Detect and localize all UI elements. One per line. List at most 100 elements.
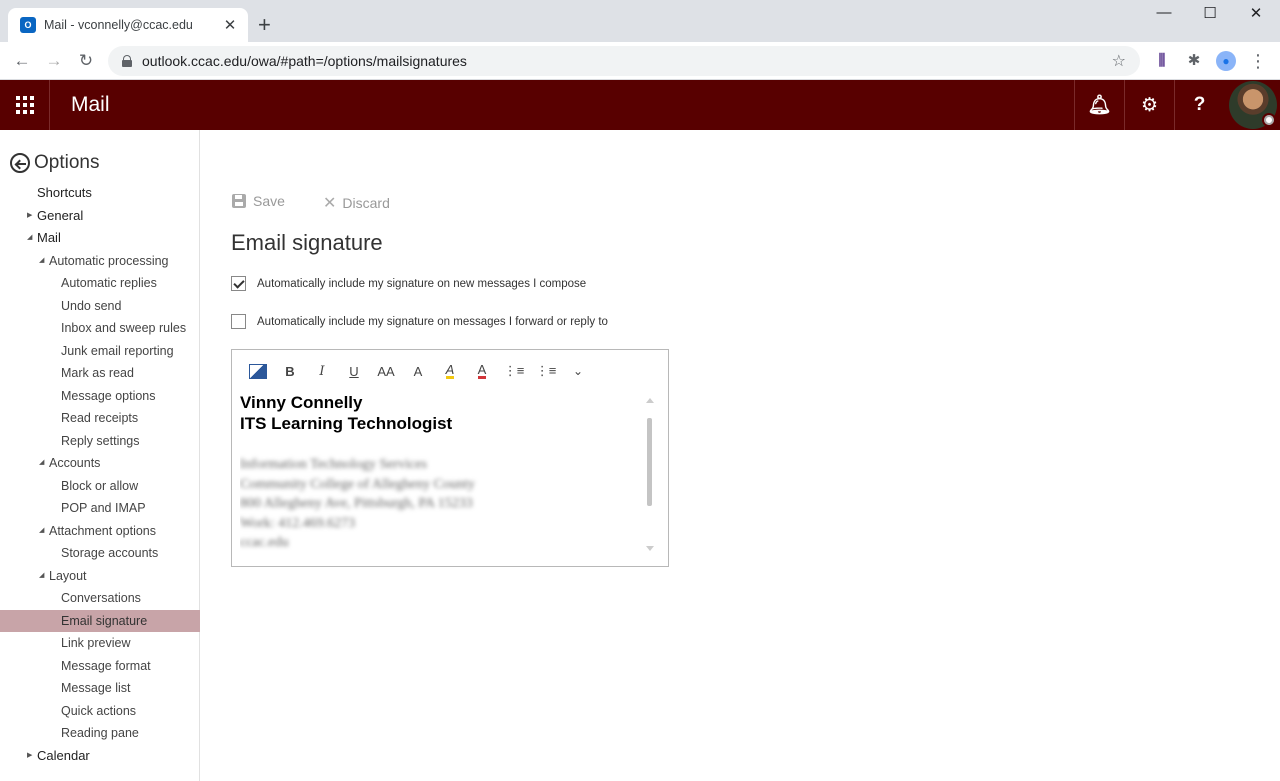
sidebar-item-quick-actions[interactable]: Quick actions — [0, 700, 200, 723]
sidebar-item-email-signature[interactable]: Email signature — [0, 609, 200, 632]
sidebar-item-reply-settings[interactable]: Reply settings — [0, 430, 200, 453]
sidebar-item-block-or-allow[interactable]: Block or allow — [0, 475, 200, 498]
bold-button[interactable]: B — [274, 360, 306, 382]
sidebar-item-pop-and-imap[interactable]: POP and IMAP — [0, 497, 200, 520]
underline-button[interactable]: U — [338, 360, 370, 382]
signature-detail-line: Community College of Allegheny County — [240, 476, 475, 492]
sidebar-item-label: General — [37, 207, 84, 223]
bullets-button[interactable]: ⋮≡ — [498, 360, 530, 382]
puzzle-icon[interactable]: ✱ — [1184, 51, 1204, 71]
include-signature-new-option[interactable]: Automatically include my signature on ne… — [231, 276, 586, 291]
sidebar-item-general[interactable]: ▶ General — [0, 205, 200, 228]
sidebar-item-label: Message list — [61, 681, 131, 695]
sidebar-item-label: Layout — [49, 568, 87, 583]
outlook-icon: O — [20, 17, 36, 33]
sidebar-item-undo-send[interactable]: Undo send — [0, 295, 200, 318]
include-signature-reply-option[interactable]: Automatically include my signature on me… — [231, 314, 608, 329]
sidebar-item-layout[interactable]: ◢ Layout — [0, 565, 200, 588]
sidebar-item-label: Undo send — [61, 298, 122, 313]
sidebar-item-label: Email signature — [61, 613, 148, 628]
bookmark-star-icon[interactable]: ☆ — [1112, 51, 1126, 71]
font-size-button[interactable]: AA — [370, 360, 402, 382]
sidebar-item-junk-email-reporting[interactable]: Junk email reporting — [0, 340, 200, 363]
signature-blurred-details: Information Technology Services Community… — [240, 455, 650, 553]
close-tab-icon[interactable]: ✕ — [222, 16, 238, 34]
app-title[interactable]: Mail — [71, 93, 110, 117]
reload-icon[interactable]: ↻ — [75, 50, 97, 72]
scroll-up-icon[interactable] — [646, 398, 654, 403]
gear-icon[interactable]: ⚙ — [1124, 80, 1174, 130]
sidebar-item-shortcuts[interactable]: Shortcuts — [0, 182, 200, 205]
signature-detail-line: Work: 412.469.6273 — [240, 515, 356, 531]
back-arrow-icon[interactable]: ← — [11, 50, 33, 72]
sidebar-item-automatic-processing[interactable]: ◢ Automatic processing — [0, 250, 200, 273]
bell-icon[interactable]: 🔔︎ — [1074, 80, 1124, 130]
sidebar-item-automatic-replies[interactable]: Automatic replies — [0, 272, 200, 295]
kebab-menu-icon[interactable]: ⋮ — [1248, 51, 1268, 71]
url-text[interactable]: outlook.ccac.edu/owa/#path=/options/mail… — [142, 53, 1112, 69]
more-options-chevron-icon[interactable]: ⌄ — [562, 360, 594, 382]
discard-button[interactable]: ✕ Discard — [323, 193, 390, 213]
profile-icon[interactable]: ● — [1216, 51, 1236, 71]
sidebar-item-mail[interactable]: ◢ Mail — [0, 227, 200, 250]
caret-down-icon[interactable]: ◢ — [39, 452, 44, 475]
app-launcher-button[interactable] — [0, 80, 50, 130]
sidebar-item-mark-as-read[interactable]: Mark as read — [0, 362, 200, 385]
font-color-button[interactable]: A — [466, 360, 498, 382]
back-circle-icon[interactable] — [10, 153, 30, 173]
include-signature-reply-checkbox[interactable] — [231, 314, 246, 329]
signature-editor[interactable]: B I U AA A A A ⋮≡ ⋮≡ ⌄ Vinny Connelly IT… — [231, 349, 669, 567]
sidebar-item-message-options[interactable]: Message options — [0, 385, 200, 408]
window-close-icon[interactable]: ✕ — [1233, 4, 1279, 26]
sidebar-item-conversations[interactable]: Conversations — [0, 587, 200, 610]
caret-down-icon[interactable]: ◢ — [39, 250, 44, 273]
numbering-button[interactable]: ⋮≡ — [530, 360, 562, 382]
save-button[interactable]: Save — [232, 193, 285, 209]
sidebar-item-label: Calendar — [37, 747, 90, 763]
help-icon[interactable]: ? — [1174, 80, 1224, 130]
sidebar-item-label: Inbox and sweep rules — [61, 321, 187, 335]
include-signature-new-label: Automatically include my signature on ne… — [257, 277, 587, 290]
browser-tab[interactable]: O Mail - vconnelly@ccac.edu ✕ — [8, 8, 248, 42]
highlight-button[interactable]: A — [434, 360, 466, 382]
caret-down-icon[interactable]: ◢ — [39, 520, 44, 543]
italic-button[interactable]: I — [306, 360, 338, 382]
sidebar-item-accounts[interactable]: ◢ Accounts — [0, 452, 200, 475]
maximize-icon[interactable]: ☐ — [1187, 4, 1233, 26]
sidebar-item-storage-accounts[interactable]: Storage accounts — [0, 542, 200, 565]
address-bar[interactable]: outlook.ccac.edu/owa/#path=/options/mail… — [108, 46, 1140, 76]
grow-font-button[interactable]: A — [402, 360, 434, 382]
editor-scrollbar[interactable] — [644, 398, 656, 558]
sidebar-item-label: POP and IMAP — [61, 501, 146, 515]
sidebar-item-reading-pane[interactable]: Reading pane — [0, 722, 200, 745]
signature-text-area[interactable]: Vinny Connelly ITS Learning Technologist… — [240, 392, 650, 557]
scroll-down-icon[interactable] — [646, 546, 654, 551]
tab-title: Mail - vconnelly@ccac.edu — [44, 18, 193, 32]
new-tab-icon[interactable]: + — [258, 14, 271, 36]
sidebar-item-inbox-and-sweep-rules[interactable]: Inbox and sweep rules — [0, 317, 200, 340]
forward-arrow-icon[interactable]: → — [43, 50, 65, 72]
sidebar-item-message-format[interactable]: Message format — [0, 655, 200, 678]
caret-down-icon[interactable]: ◢ — [27, 227, 32, 250]
sidebar-item-calendar[interactable]: ▶ Calendar — [0, 745, 200, 768]
caret-right-icon[interactable]: ▶ — [27, 205, 32, 228]
sidebar-item-label: Mail — [37, 230, 61, 245]
sidebar-item-message-list[interactable]: Message list — [0, 677, 200, 700]
sidebar-item-link-preview[interactable]: Link preview — [0, 632, 200, 655]
sidebar-item-label: Quick actions — [61, 703, 137, 718]
sidebar-item-attachment-options[interactable]: ◢ Attachment options — [0, 520, 200, 543]
extension-icon[interactable]: ⫼ — [1152, 51, 1172, 71]
caret-right-icon[interactable]: ▶ — [27, 745, 32, 768]
caret-down-icon[interactable]: ◢ — [39, 565, 44, 588]
minimize-icon[interactable]: — — [1141, 4, 1187, 26]
insert-picture-icon[interactable] — [242, 360, 274, 382]
page-title: Email signature — [231, 230, 383, 255]
signature-detail-line: 800 Allegheny Ave, Pittsburgh, PA 15233 — [240, 496, 473, 511]
include-signature-new-checkbox[interactable] — [231, 276, 246, 291]
lock-icon — [122, 55, 132, 67]
save-icon — [232, 194, 246, 208]
format-toolbar: B I U AA A A A ⋮≡ ⋮≡ ⌄ — [242, 360, 594, 382]
options-header[interactable]: Options — [10, 152, 99, 174]
sidebar-item-read-receipts[interactable]: Read receipts — [0, 407, 200, 430]
scroll-thumb[interactable] — [647, 418, 652, 506]
